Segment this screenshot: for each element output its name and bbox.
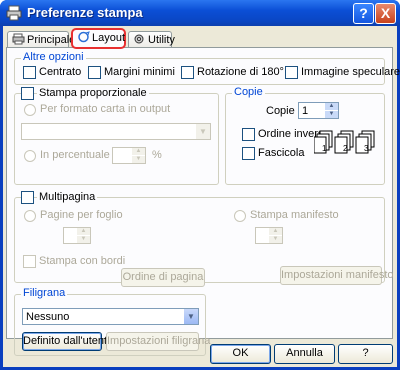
help-button[interactable]: ? <box>338 344 393 364</box>
stampa-proporzionale-label: Stampa proporzionale <box>37 87 149 99</box>
copie-label: Copie <box>266 105 295 117</box>
rotazione-label: Rotazione di 180° <box>197 66 284 78</box>
title-close-button[interactable]: X <box>375 3 396 24</box>
filigrana-title: Filigrana <box>21 287 68 299</box>
margini-minimi-label: Margini minimi <box>104 66 175 78</box>
impostazioni-manifesto-button[interactable]: Impostazioni manifesto <box>280 266 394 285</box>
dialog-client-area: Principale Layout Utility Altre opzioni … <box>3 26 400 367</box>
multipagina-checkbox[interactable] <box>21 191 34 204</box>
paper-size-select[interactable]: ▼ <box>21 123 211 140</box>
definito-utente-button[interactable]: Definito dall'utente <box>22 332 113 351</box>
per-formato-label: Per formato carta in output <box>40 103 171 115</box>
tab-layout[interactable]: Layout <box>71 28 126 49</box>
per-formato-radio[interactable] <box>24 104 36 116</box>
centrato-checkbox[interactable] <box>23 66 36 79</box>
stampa-proporzionale-checkbox[interactable] <box>21 87 34 100</box>
pagine-spinner[interactable]: ▲ ▼ <box>63 227 91 244</box>
spin-up-icon[interactable]: ▲ <box>132 148 145 155</box>
in-percentuale-label: In percentuale <box>40 149 110 161</box>
centrato-label: Centrato <box>39 66 82 78</box>
watermark-value: Nessuno <box>26 311 70 323</box>
spin-down-icon[interactable]: ▼ <box>132 156 145 163</box>
preferences-window: Preferenze stampa ? X Principale Layout … <box>0 0 400 370</box>
chevron-down-icon: ▼ <box>183 309 198 324</box>
stampa-proporzionale-group: Stampa proporzionale Per formato carta i… <box>14 87 219 185</box>
filigrana-group: Filigrana Nessuno ▼ Definito dall'utente… <box>14 287 210 356</box>
tab-utility-label: Utility <box>148 34 175 46</box>
spin-up-icon[interactable]: ▲ <box>269 228 282 235</box>
title-bar: Preferenze stampa ? X <box>0 0 400 26</box>
tab-principale[interactable]: Principale <box>7 31 75 48</box>
layout-panel: Altre opzioni Centrato Margini minimi Ro… <box>6 47 400 356</box>
layout-tab-icon <box>78 31 90 43</box>
fascicola-checkbox[interactable] <box>242 147 255 160</box>
tab-utility[interactable]: Utility <box>128 31 175 48</box>
ordine-inverso-checkbox[interactable] <box>242 128 255 141</box>
pagine-per-foglio-label: Pagine per foglio <box>40 209 123 221</box>
annulla-button[interactable]: Annulla <box>274 344 335 364</box>
stampa-manifesto-label: Stampa manifesto <box>250 209 339 221</box>
collate-page-3: 3 <box>364 144 369 153</box>
spin-down-icon[interactable]: ▼ <box>269 236 282 243</box>
percent-spinner[interactable]: ▲ ▼ <box>112 147 146 164</box>
speculare-label: Immagine speculare <box>301 66 400 78</box>
chevron-down-icon: ▼ <box>195 124 210 139</box>
window-title: Preferenze stampa <box>27 5 143 20</box>
altre-opzioni-title: Altre opzioni <box>21 51 86 63</box>
collate-pages-icon: 1 2 3 <box>314 130 375 154</box>
tab-strip: Principale Layout Utility <box>3 26 397 49</box>
tab-principale-label: Principale <box>27 34 76 46</box>
impostazioni-filigrana-button[interactable]: Impostazioni filigrana <box>106 332 210 351</box>
ordine-di-pagina-button[interactable]: Ordine di pagina <box>121 268 205 287</box>
printer-icon <box>6 5 22 21</box>
spin-up-icon[interactable]: ▲ <box>325 103 338 110</box>
fascicola-label: Fascicola <box>258 147 305 159</box>
tab-layout-label: Layout <box>92 32 126 44</box>
collate-page-1: 1 <box>322 144 327 153</box>
spin-down-icon[interactable]: ▼ <box>325 111 338 118</box>
multipagina-label: Multipagina <box>37 191 98 203</box>
ok-button[interactable]: OK <box>210 344 271 364</box>
speculare-checkbox[interactable] <box>285 66 298 79</box>
margini-minimi-checkbox[interactable] <box>88 66 101 79</box>
stampa-con-bordi-label: Stampa con bordi <box>39 255 126 267</box>
multipagina-group: Multipagina Pagine per foglio ▲ ▼ Stampa… <box>14 191 394 287</box>
utility-tab-icon <box>134 34 144 44</box>
title-help-button[interactable]: ? <box>353 3 374 24</box>
watermark-select[interactable]: Nessuno ▼ <box>22 308 199 325</box>
copie-title: Copie <box>232 86 265 98</box>
spin-up-icon[interactable]: ▲ <box>77 228 90 235</box>
stampa-manifesto-radio[interactable] <box>234 210 246 222</box>
stampa-con-bordi-checkbox[interactable] <box>23 255 36 268</box>
copies-spinner[interactable]: 1 ▲ ▼ <box>298 102 339 119</box>
copies-value: 1 <box>302 105 309 117</box>
percent-unit: % <box>152 149 162 161</box>
manifesto-spinner[interactable]: ▲ ▼ <box>255 227 283 244</box>
pagine-per-foglio-radio[interactable] <box>24 210 36 222</box>
printer-tab-icon <box>12 33 25 45</box>
rotazione-checkbox[interactable] <box>181 66 194 79</box>
copie-group: Copie Copie 1 ▲ ▼ Ordine inverso Fascico… <box>225 86 385 185</box>
altre-opzioni-group: Altre opzioni Centrato Margini minimi Ro… <box>14 51 400 85</box>
in-percentuale-radio[interactable] <box>24 150 36 162</box>
spin-down-icon[interactable]: ▼ <box>77 236 90 243</box>
collate-page-2: 2 <box>343 144 348 153</box>
